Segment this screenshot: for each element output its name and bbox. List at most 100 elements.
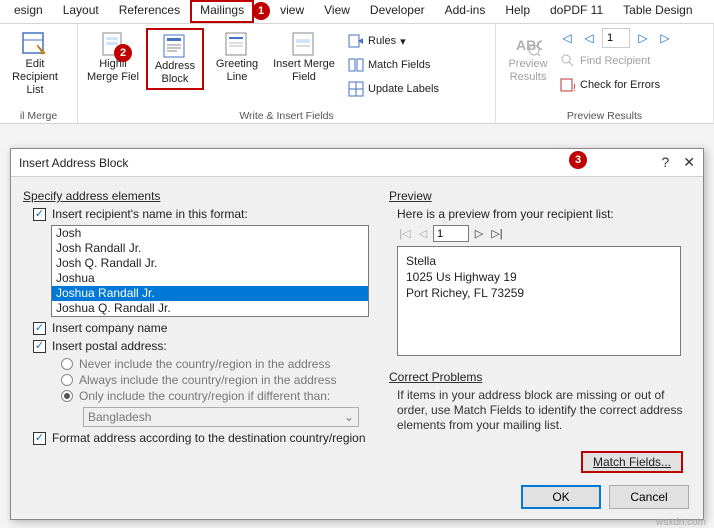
tab-developer[interactable]: Developer <box>360 0 435 23</box>
find-recipient-button[interactable]: Find Recipient <box>558 50 674 72</box>
address-block-label: Address Block <box>155 60 195 86</box>
insert-merge-field-button[interactable]: Insert Merge Field <box>270 28 338 86</box>
list-item[interactable]: Josh Q. Randall Jr. <box>52 256 368 271</box>
radio-always-label: Always include the country/region in the… <box>79 373 336 387</box>
format-destination-label: Format address according to the destinat… <box>52 431 366 445</box>
list-item-selected[interactable]: Joshua Randall Jr. <box>52 286 368 301</box>
help-button[interactable]: ? <box>661 154 669 171</box>
nav-next-button[interactable]: ▷ <box>634 29 652 47</box>
find-recipient-label: Find Recipient <box>580 55 650 67</box>
correct-heading: Correct Problems <box>389 370 691 384</box>
watermark: wsxdn.com <box>656 517 706 528</box>
rules-button[interactable]: Rules ▾ <box>346 30 441 52</box>
nav-record-input[interactable] <box>602 28 630 48</box>
dlg-nav-first[interactable]: |◁ <box>397 225 413 242</box>
dlg-nav-last[interactable]: ▷| <box>489 225 505 242</box>
insert-address-block-dialog: Insert Address Block ? ✕ Specify address… <box>10 148 704 520</box>
check-errors-icon: ! <box>560 77 576 93</box>
insert-postal-checkbox[interactable] <box>33 340 46 353</box>
radio-only-label: Only include the country/region if diffe… <box>79 389 330 403</box>
name-format-listbox[interactable]: Josh Josh Randall Jr. Josh Q. Randall Jr… <box>51 225 369 317</box>
preview-hint: Here is a preview from your recipient li… <box>397 207 691 221</box>
list-item[interactable]: Joshua Q. Randall Jr. <box>52 301 368 316</box>
rules-icon <box>348 33 364 49</box>
group-write-label: Write & Insert Fields <box>84 108 489 123</box>
preview-line: Stella <box>406 253 672 269</box>
chevron-down-icon: ⌄ <box>344 410 354 424</box>
edit-recipient-label: Edit Recipient List <box>8 58 62 97</box>
tab-layout[interactable]: Layout <box>53 0 109 23</box>
list-item[interactable]: Josh <box>52 226 368 241</box>
ok-button[interactable]: OK <box>521 485 601 509</box>
nav-last-button[interactable]: ▷ <box>656 29 674 47</box>
preview-line: 1025 Us Highway 19 <box>406 269 672 285</box>
greeting-label: Greeting Line <box>216 58 258 84</box>
tab-dopdf[interactable]: doPDF 11 <box>540 0 613 23</box>
tab-view[interactable]: View <box>314 0 360 23</box>
tab-addins[interactable]: Add-ins <box>435 0 496 23</box>
address-block-icon <box>159 32 191 60</box>
specify-heading: Specify address elements <box>23 189 369 203</box>
preview-box: Stella 1025 Us Highway 19 Port Richey, F… <box>397 246 681 356</box>
insert-postal-label: Insert postal address: <box>52 339 167 353</box>
tab-references[interactable]: References <box>109 0 190 23</box>
update-labels-button[interactable]: Update Labels <box>346 78 441 100</box>
greeting-line-button[interactable]: Greeting Line <box>208 28 266 86</box>
insert-name-label: Insert recipient's name in this format: <box>52 207 248 221</box>
tab-design[interactable]: esign <box>4 0 53 23</box>
nav-first-button[interactable]: ◁ <box>558 29 576 47</box>
dlg-nav-input[interactable] <box>433 225 469 242</box>
correct-text: If items in your address block are missi… <box>397 388 683 433</box>
preview-results-button[interactable]: ABC Preview Results <box>504 28 552 96</box>
check-errors-button[interactable]: ! Check for Errors <box>558 74 674 96</box>
tab-help[interactable]: Help <box>495 0 540 23</box>
dlg-nav-next[interactable]: ▷ <box>471 225 487 242</box>
edit-recipient-icon <box>19 30 51 58</box>
list-item[interactable]: Josh Randall Jr. <box>52 241 368 256</box>
badge-3: 3 <box>569 151 587 169</box>
insert-merge-label: Insert Merge Field <box>273 58 335 84</box>
dialog-title: Insert Address Block <box>19 156 128 170</box>
match-fields-button[interactable]: Match Fields... <box>581 451 683 473</box>
rules-label: Rules <box>368 35 396 47</box>
insert-name-checkbox[interactable] <box>33 208 46 221</box>
country-combo[interactable]: Bangladesh ⌄ <box>83 407 359 427</box>
list-item[interactable]: Joshua <box>52 271 368 286</box>
highlight-label: Highli Merge Fiel <box>87 58 139 84</box>
cancel-button[interactable]: Cancel <box>609 485 689 509</box>
format-destination-checkbox[interactable] <box>33 432 46 445</box>
radio-always[interactable] <box>61 374 73 386</box>
tab-mailings[interactable]: Mailings <box>190 0 254 23</box>
preview-line: Port Richey, FL 73259 <box>406 285 672 301</box>
edit-recipient-list-button[interactable]: Edit Recipient List <box>6 28 64 99</box>
preview-heading: Preview <box>389 189 691 203</box>
address-block-button[interactable]: Address Block <box>146 28 204 90</box>
radio-never[interactable] <box>61 358 73 370</box>
group-mailmerge-label: il Merge <box>6 108 71 123</box>
check-errors-label: Check for Errors <box>580 79 660 91</box>
insert-merge-icon <box>288 30 320 58</box>
greeting-icon <box>221 30 253 58</box>
svg-text:!: ! <box>573 83 576 93</box>
country-value: Bangladesh <box>88 410 151 424</box>
find-recipient-icon <box>560 53 576 69</box>
match-fields-ribbon-button[interactable]: Match Fields <box>346 54 441 76</box>
close-button[interactable]: ✕ <box>683 154 695 171</box>
chevron-down-icon: ▾ <box>400 35 406 48</box>
badge-2: 2 <box>114 44 132 62</box>
radio-never-label: Never include the country/region in the … <box>79 357 330 371</box>
insert-company-checkbox[interactable] <box>33 322 46 335</box>
update-labels-icon <box>348 81 364 97</box>
highlight-merge-fields-button[interactable]: 2 Highli Merge Fiel <box>84 28 142 86</box>
dlg-nav-prev[interactable]: ◁ <box>415 225 431 242</box>
tab-review[interactable]: view <box>270 0 314 23</box>
radio-only[interactable] <box>61 390 73 402</box>
preview-label: Preview Results <box>508 58 547 84</box>
nav-prev-button[interactable]: ◁ <box>580 29 598 47</box>
preview-icon: ABC <box>512 30 544 58</box>
tab-tabledesign[interactable]: Table Design <box>613 0 702 23</box>
ribbon-tabs: esign Layout References Mailings 1 view … <box>0 0 714 24</box>
update-labels-label: Update Labels <box>368 83 439 95</box>
group-preview-label: Preview Results <box>504 108 705 123</box>
badge-1: 1 <box>252 2 270 20</box>
